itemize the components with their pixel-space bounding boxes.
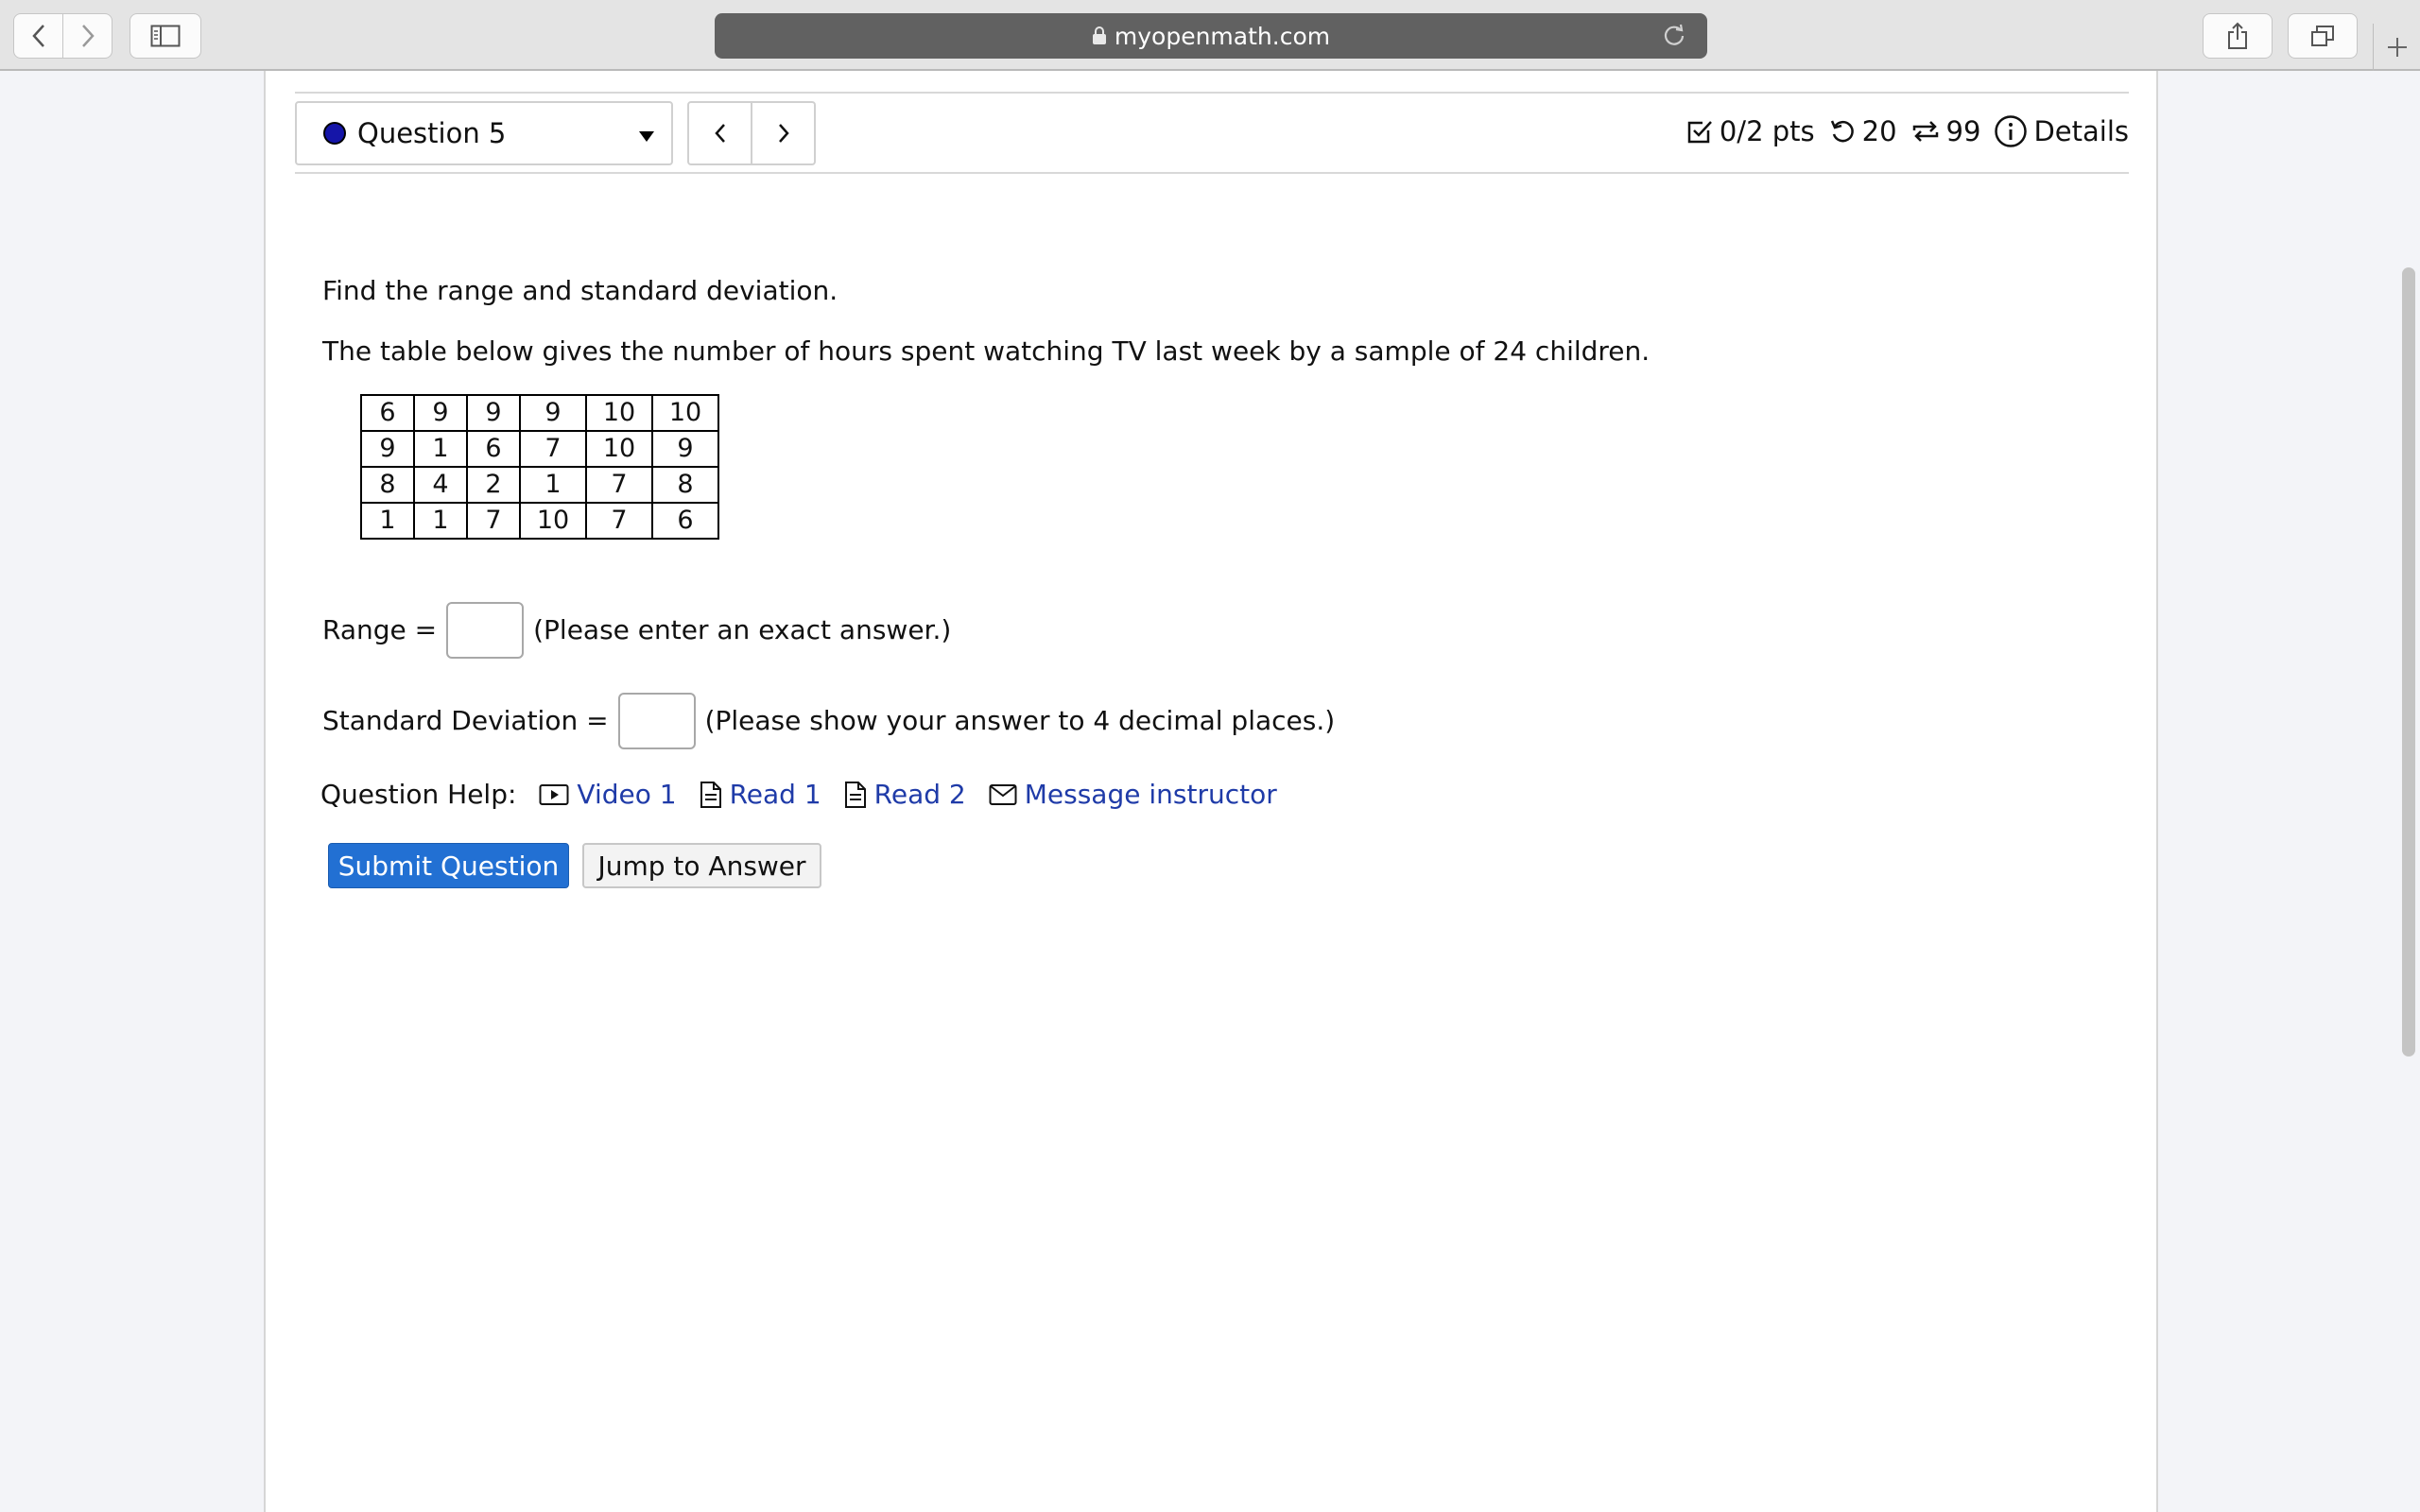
- data-table: 6 9 9 9 10 10 9 1 6 7 10 9 8 4 2 1 7 8 1 1 7 10 7 6: [360, 394, 719, 540]
- browser-nav-group: [13, 13, 112, 59]
- details-label: Details: [2033, 115, 2129, 147]
- table-cell: 4: [413, 466, 468, 504]
- sd-label: Standard Deviation =: [322, 704, 609, 736]
- previous-question-button[interactable]: [689, 103, 751, 163]
- table-cell: 6: [466, 430, 521, 468]
- share-button[interactable]: [2203, 13, 2273, 59]
- attempts-indicator: 99: [1910, 115, 1981, 147]
- question-status-dot: [323, 122, 346, 145]
- table-cell: 10: [519, 502, 587, 540]
- question-selector-label: Question 5: [357, 117, 507, 149]
- read1-link-text: Read 1: [729, 779, 821, 810]
- table-cell: 8: [651, 466, 719, 504]
- tab-overview-button[interactable]: [2288, 13, 2358, 59]
- video-link-text: Video 1: [577, 779, 677, 810]
- table-cell: 10: [651, 394, 719, 432]
- next-question-button[interactable]: [751, 103, 814, 163]
- read2-link-text: Read 2: [873, 779, 966, 810]
- table-row: 9 1 6 7 10 9: [360, 430, 719, 468]
- question-meta: 0/2 pts 20 99 Details: [1672, 114, 2129, 148]
- help-label: Question Help:: [320, 779, 517, 810]
- table-cell: 6: [651, 502, 719, 540]
- share-icon: [2228, 22, 2247, 49]
- retries-indicator: 20: [1828, 115, 1897, 147]
- repeat-icon: [1912, 121, 1938, 142]
- table-row: 1 1 7 10 7 6: [360, 502, 719, 540]
- page-container: Question 5 0/2 pts 20 99 Details Find th…: [264, 71, 2158, 1512]
- table-cell: 6: [360, 394, 415, 432]
- table-cell: 7: [585, 466, 653, 504]
- chevron-left-icon: [714, 124, 725, 143]
- address-bar[interactable]: myopenmath.com: [715, 13, 1707, 59]
- chevron-left-icon: [31, 25, 44, 47]
- chevron-right-icon: [81, 25, 95, 47]
- retries-text: 20: [1861, 115, 1897, 147]
- table-cell: 9: [360, 430, 415, 468]
- browser-back-button[interactable]: [14, 14, 62, 58]
- table-row: 842178: [360, 466, 719, 504]
- mail-icon: [989, 784, 1017, 806]
- document-icon: [844, 782, 866, 809]
- browser-forward-button[interactable]: [62, 14, 112, 58]
- question-help: Question Help: Video 1 Read 1 Read 2 Mes…: [320, 778, 1277, 812]
- checkbox-icon: [1687, 121, 1712, 144]
- table-cell: 9: [413, 394, 468, 432]
- question-nav: [687, 101, 816, 165]
- chevron-right-icon: [778, 124, 789, 143]
- table-cell: 10: [585, 430, 653, 468]
- table-cell: 2: [466, 466, 521, 504]
- lock-icon: [1092, 26, 1107, 45]
- sidebar-toggle-button[interactable]: [130, 13, 201, 59]
- submit-question-button[interactable]: Submit Question: [328, 843, 569, 888]
- table-cell: 9: [519, 394, 587, 432]
- points-indicator: 0/2 pts: [1685, 115, 1815, 147]
- question-instruction: Find the range and standard deviation.: [322, 275, 838, 306]
- question-header: Question 5 0/2 pts 20 99 Details: [295, 92, 2129, 174]
- read2-link[interactable]: Read 2: [844, 778, 966, 812]
- video-icon: [539, 784, 569, 806]
- range-row: Range = (Please enter an exact answer.): [322, 602, 951, 659]
- address-url: myopenmath.com: [1114, 22, 1331, 50]
- browser-toolbar: myopenmath.com: [0, 0, 2420, 71]
- table-cell: 1: [360, 502, 415, 540]
- question-selector[interactable]: Question 5: [295, 101, 673, 165]
- read1-link[interactable]: Read 1: [700, 778, 821, 812]
- range-label: Range =: [322, 613, 438, 645]
- attempts-text: 99: [1945, 115, 1981, 147]
- table-row: 6 9 9 9 10 10: [360, 394, 719, 432]
- table-cell: 8: [360, 466, 415, 504]
- sd-hint: (Please show your answer to 4 decimal pl…: [704, 704, 1336, 736]
- message-instructor-text: Message instructor: [1024, 779, 1277, 810]
- info-icon: [1995, 115, 2028, 147]
- table-cell: 10: [585, 394, 653, 432]
- table-cell: 1: [519, 466, 587, 504]
- question-description: The table below gives the number of hour…: [322, 335, 1651, 367]
- data-table-body: 6 9 9 9 10 10 9 1 6 7 10 9 8 4 2 1 7 8 1 1 7 10 7 6: [360, 394, 719, 540]
- table-cell: 1: [413, 430, 468, 468]
- points-text: 0/2 pts: [1719, 115, 1815, 147]
- plus-icon: [2387, 38, 2407, 57]
- caret-down-icon: [639, 131, 654, 142]
- table-cell: 7: [466, 502, 521, 540]
- range-input[interactable]: [446, 602, 525, 659]
- document-icon: [700, 782, 721, 809]
- tabs-icon: [2311, 26, 2334, 46]
- reload-icon[interactable]: [1662, 23, 1686, 53]
- message-instructor-link[interactable]: Message instructor: [989, 778, 1277, 812]
- table-cell: 1: [413, 502, 468, 540]
- table-cell: 7: [585, 502, 653, 540]
- new-tab-button[interactable]: [2373, 24, 2420, 71]
- range-hint: (Please enter an exact answer.): [533, 613, 952, 645]
- details-button[interactable]: Details: [1994, 114, 2129, 148]
- jump-to-answer-button[interactable]: Jump to Answer: [582, 843, 821, 888]
- table-cell: 7: [519, 430, 587, 468]
- undo-icon: [1830, 120, 1854, 143]
- sidebar-icon: [150, 25, 181, 47]
- table-cell: 9: [466, 394, 521, 432]
- video-link[interactable]: Video 1: [539, 778, 677, 812]
- sd-row: Standard Deviation = (Please show your a…: [322, 693, 1335, 749]
- sd-input[interactable]: [617, 693, 696, 749]
- page-scrollbar[interactable]: [2402, 267, 2415, 1057]
- table-cell: 9: [651, 430, 719, 468]
